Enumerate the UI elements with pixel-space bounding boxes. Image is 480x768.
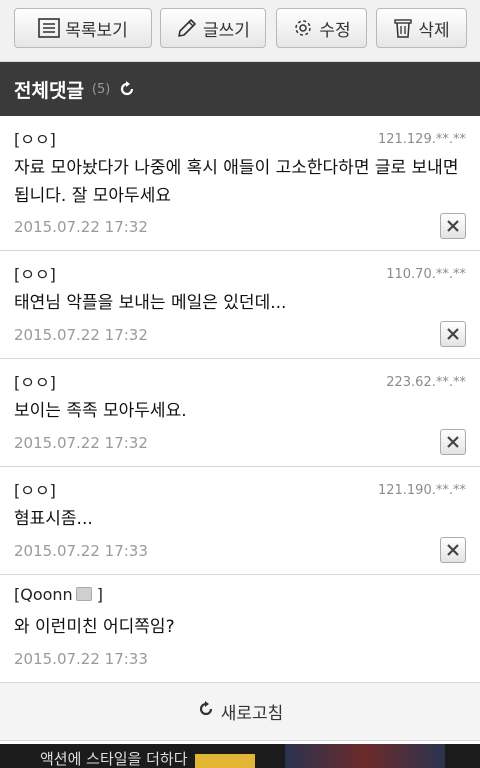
toolbar: 목록보기 글쓰기 수정 삭제 (0, 0, 480, 62)
close-icon[interactable] (440, 213, 466, 239)
ad-image (285, 744, 445, 768)
write-button[interactable]: 글쓰기 (160, 8, 266, 48)
refresh-icon[interactable] (118, 80, 136, 98)
comment-author: [ㅇㅇ] (14, 481, 56, 500)
edit-button-label: 수정 (319, 20, 351, 41)
ad-text: 액션에 스타일을 더하다 (40, 750, 188, 768)
comment-ip: 121.129.**.** (377, 132, 466, 147)
comment-date: 2015.07.22 17:33 (14, 650, 148, 668)
comment-item: [ㅇㅇ] 223.62.**.** 보이는 족족 모아두세요. 2015.07.… (0, 359, 480, 467)
comments-title: 전체댓글 (14, 79, 84, 102)
pencil-icon (176, 17, 198, 39)
comment-author-name: [Qoonn (14, 585, 73, 604)
comment-item: [ㅇㅇ] 110.70.**.** 태연님 악플을 보내는 메일은 있던데...… (0, 251, 480, 359)
comment-text: 태연님 악플을 보내는 메일은 있던데... (14, 293, 287, 313)
comment-date: 2015.07.22 17:32 (14, 218, 148, 236)
comment-author: [Qoonn ] (14, 585, 103, 604)
comment-item: [ㅇㅇ] 121.129.**.** 자료 모아놨다가 나중에 혹시 애들이 고… (0, 116, 480, 251)
comment-item: [ㅇㅇ] 121.190.**.** 혐표시좀... 2015.07.22 17… (0, 467, 480, 575)
comment-ip: 121.190.**.** (377, 483, 466, 498)
list-button[interactable]: 목록보기 (14, 8, 152, 48)
gear-icon (292, 17, 314, 39)
comment-ip: 223.62.**.** (386, 375, 466, 390)
close-icon[interactable] (440, 537, 466, 563)
comment-date: 2015.07.22 17:32 (14, 326, 148, 344)
comment-author-suffix: ] (96, 585, 104, 604)
write-button-label: 글쓰기 (203, 20, 250, 41)
ad-banner[interactable]: 액션에 스타일을 더하다 (0, 744, 480, 768)
close-icon[interactable] (440, 429, 466, 455)
list-button-label: 목록보기 (65, 20, 128, 41)
comment-text: 보이는 족족 모아두세요. (14, 401, 187, 421)
comments-header: 전체댓글 (5) (0, 62, 480, 116)
refresh-label: 새로고침 (220, 704, 284, 724)
refresh-button[interactable]: 새로고침 (0, 683, 480, 741)
comment-author: [ㅇㅇ] (14, 265, 56, 284)
trash-icon (393, 17, 413, 39)
ad-cta-button[interactable] (195, 754, 255, 768)
comment-text: 혐표시좀... (14, 509, 93, 529)
edit-button[interactable]: 수정 (276, 8, 367, 48)
comment-item: [Qoonn ] 와 이런미친 어디쪽임? 2015.07.22 17:33 (0, 575, 480, 683)
comment-date: 2015.07.22 17:32 (14, 434, 148, 452)
refresh-icon (197, 700, 215, 723)
comment-author: [ㅇㅇ] (14, 130, 56, 149)
delete-button[interactable]: 삭제 (376, 8, 467, 48)
comment-ip: 110.70.**.** (386, 267, 466, 282)
comment-author: [ㅇㅇ] (14, 373, 56, 392)
comments-count: (5) (91, 81, 111, 97)
comment-text: 자료 모아놨다가 나중에 혹시 애들이 고소한다하면 글로 보내면됩니다. 잘 … (14, 158, 459, 206)
delete-button-label: 삭제 (418, 20, 450, 41)
close-icon[interactable] (440, 321, 466, 347)
member-level-icon (75, 587, 92, 601)
comment-date: 2015.07.22 17:33 (14, 542, 148, 560)
comment-text: 와 이런미친 어디쪽임? (14, 617, 175, 637)
list-icon (38, 18, 61, 38)
